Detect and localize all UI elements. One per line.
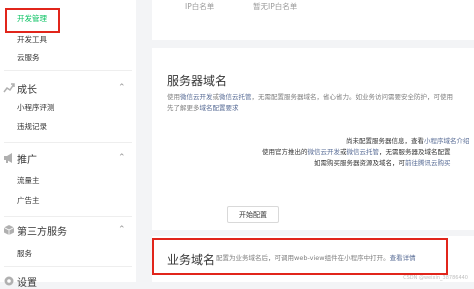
server-domain-card: 服务器域名 使用微信云开发或微信云托管，无需配置服务器域名，省心省力。如业务访问…	[152, 48, 474, 230]
cloud-dev-link[interactable]: 微信云开发	[180, 93, 213, 101]
cloud-dev-link[interactable]: 微信云开发	[308, 148, 341, 156]
chevron-up-icon: ⌃	[118, 83, 126, 93]
server-domain-desc-2: 先了解更多域名配置要求	[167, 104, 239, 112]
server-domain-title: 服务器域名	[167, 74, 228, 88]
group-label: 推广	[17, 155, 37, 166]
ip-whitelist-card: IP白名单 暂无IP白名单	[152, 0, 474, 40]
highlight-box	[152, 238, 448, 275]
group-label: 第三方服务	[17, 227, 67, 238]
domain-requirements-link[interactable]: 域名配置要求	[200, 104, 239, 112]
group-label: 成长	[17, 85, 37, 96]
ip-whitelist-value: 暂无IP白名单	[253, 2, 298, 11]
sidebar-item-dev-management[interactable]: 开发管理	[17, 13, 47, 25]
cloud-hosting-link[interactable]: 微信云托管	[219, 93, 252, 101]
sidebar-item-evaluation[interactable]: 小程序评测	[17, 102, 55, 114]
notice-line-2: 使用官方推出的微信云开发或微信云托管，无需服务器及域名配置	[262, 148, 451, 156]
sidebar-item-traffic-owner[interactable]: 流量主	[17, 175, 40, 187]
divider	[4, 142, 132, 143]
start-config-button[interactable]: 开始配置	[227, 206, 279, 223]
notice-line-1: 尚未配置服务器信息，查看小程序域名介绍	[346, 137, 470, 145]
sidebar-group-settings[interactable]: 设置	[0, 273, 136, 289]
sidebar-item-dev-tools[interactable]: 开发工具	[17, 34, 47, 46]
growth-icon	[3, 83, 15, 93]
divider	[4, 70, 132, 71]
sidebar-group-growth[interactable]: 成长 ⌃	[0, 80, 136, 96]
cloud-hosting-link[interactable]: 微信云托管	[347, 148, 380, 156]
cube-icon	[3, 225, 15, 235]
buy-tencent-cloud-link[interactable]: 前往腾讯云购买	[405, 159, 451, 167]
divider	[4, 266, 132, 267]
settings-icon	[4, 276, 14, 286]
notice-line-3: 如需购买服务器资源及域名，可前往腾讯云购买	[314, 159, 451, 167]
divider	[4, 216, 132, 217]
sidebar-item-advertiser[interactable]: 广告主	[17, 195, 40, 207]
megaphone-icon	[4, 153, 12, 163]
sidebar-group-promotion[interactable]: 推广 ⌃	[0, 150, 136, 166]
ip-whitelist-label: IP白名单	[185, 2, 215, 11]
server-domain-desc: 使用微信云开发或微信云托管，无需配置服务器域名，省心省力。如业务访问需要安全防护…	[167, 93, 453, 101]
chevron-up-icon: ⌃	[118, 225, 126, 235]
chevron-up-icon: ⌃	[118, 153, 126, 163]
watermark: CSDN @weixin_38786440	[403, 275, 468, 281]
sidebar-group-third-party[interactable]: 第三方服务 ⌃	[0, 222, 136, 238]
sidebar-item-cloud-service[interactable]: 云服务	[17, 52, 40, 64]
sidebar-item-service[interactable]: 服务	[17, 248, 32, 260]
domain-intro-link[interactable]: 小程序域名介绍	[424, 137, 470, 145]
sidebar: 开发管理 开发工具 云服务 成长 ⌃ 小程序评测 违规记录 推广 ⌃ 流量主 广…	[0, 0, 136, 289]
sidebar-item-violations[interactable]: 违规记录	[17, 121, 47, 133]
